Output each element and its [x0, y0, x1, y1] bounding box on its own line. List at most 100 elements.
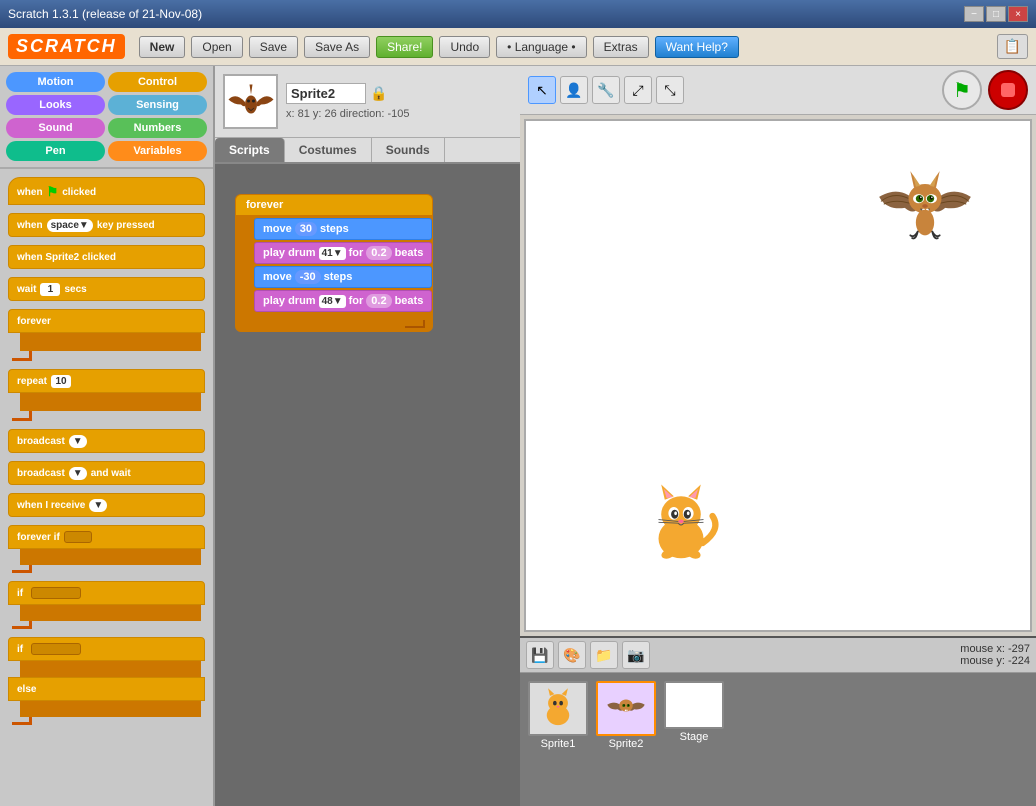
bat-svg — [870, 151, 980, 261]
language-button[interactable]: • Language • — [496, 36, 586, 58]
move2-label: move — [263, 271, 292, 283]
categories: Motion Control Looks Sensing Sound Numbe… — [0, 66, 213, 167]
tab-sounds[interactable]: Sounds — [372, 138, 445, 162]
wait-block[interactable]: wait 1 secs — [8, 277, 205, 301]
camera-sprite-button[interactable]: 📷 — [622, 641, 650, 669]
sprite1-label: Sprite1 — [541, 738, 576, 750]
play-drum-48-block[interactable]: play drum 48▼ for 0.2 beats — [254, 290, 432, 312]
main-content: Motion Control Looks Sensing Sound Numbe… — [0, 66, 1036, 806]
move-30-block[interactable]: move 30 steps — [254, 218, 432, 240]
drum-48-beats-value: 0.2 — [366, 294, 391, 308]
blocks-area: when ⚑ clicked when space▼ key pressed w… — [0, 169, 213, 806]
tab-scripts[interactable]: Scripts — [215, 138, 285, 162]
new-button[interactable]: New — [139, 36, 186, 58]
wrench-tool[interactable]: 🔧 — [592, 76, 620, 104]
when-space-pressed-block[interactable]: when space▼ key pressed — [8, 213, 205, 237]
category-control[interactable]: Control — [108, 72, 207, 92]
sprite-coords: x: 81 y: 26 direction: -105 — [286, 108, 512, 120]
sprite2-label: Sprite2 — [609, 738, 644, 750]
mouse-y: mouse y: -224 — [960, 655, 1030, 667]
toolbar: SCRATCH New Open Save Save As Share! Und… — [0, 28, 1036, 66]
stage-area — [524, 119, 1032, 632]
forever-block[interactable]: forever — [8, 309, 205, 361]
drum-41-dropdown[interactable]: 41▼ — [319, 247, 346, 260]
sprite-thumbnail — [223, 74, 278, 129]
stage-controls: ⚑ — [942, 70, 1028, 110]
stop-button[interactable] — [988, 70, 1028, 110]
scripts-workspace: forever move 30 steps — [215, 164, 520, 806]
scratch-logo: SCRATCH — [8, 34, 125, 59]
category-looks[interactable]: Looks — [6, 95, 105, 115]
maximize-button[interactable]: □ — [986, 6, 1006, 22]
help-button[interactable]: Want Help? — [655, 36, 739, 58]
extras-button[interactable]: Extras — [593, 36, 649, 58]
category-motion[interactable]: Motion — [6, 72, 105, 92]
play-drum-label: play drum — [263, 247, 316, 259]
move-30-value: 30 — [295, 222, 317, 236]
script-container: forever move 30 steps — [235, 194, 433, 332]
bat-sprite[interactable] — [870, 151, 980, 261]
cat-sprite[interactable] — [636, 480, 726, 570]
move-neg30-block[interactable]: move -30 steps — [254, 266, 432, 288]
open-sprite-button[interactable]: 📁 — [590, 641, 618, 669]
script-tabs: Scripts Costumes Sounds — [215, 138, 520, 164]
category-sound[interactable]: Sound — [6, 118, 105, 138]
broadcast-block[interactable]: broadcast ▼ — [8, 429, 205, 453]
steps2-label: steps — [324, 271, 353, 283]
arrow-tool[interactable]: ↖ — [528, 76, 556, 104]
open-button[interactable]: Open — [191, 36, 242, 58]
if-block-2[interactable]: if else — [8, 637, 205, 725]
save-as-button[interactable]: Save As — [304, 36, 370, 58]
stage-item[interactable]: Stage — [664, 681, 724, 743]
cat-svg — [636, 480, 726, 570]
scripts-panel: Sprite2 🔒 x: 81 y: 26 direction: -105 Sc… — [215, 66, 520, 806]
category-sensing[interactable]: Sensing — [108, 95, 207, 115]
move-neg30-value: -30 — [295, 270, 321, 284]
forever-script-block[interactable]: forever move 30 steps — [235, 194, 433, 332]
steps-label: steps — [320, 223, 349, 235]
lock-icon: 🔒 — [370, 85, 387, 102]
when-sprite2-clicked-block[interactable]: when Sprite2 clicked — [8, 245, 205, 269]
undo-button[interactable]: Undo — [439, 36, 490, 58]
repeat-block[interactable]: repeat 10 — [8, 369, 205, 421]
sprite-name-input[interactable]: Sprite2 — [286, 83, 366, 104]
category-pen[interactable]: Pen — [6, 141, 105, 161]
close-button[interactable]: × — [1008, 6, 1028, 22]
paint-sprite-button[interactable]: 🎨 — [558, 641, 586, 669]
stage-label: Stage — [680, 731, 709, 743]
tab-costumes[interactable]: Costumes — [285, 138, 372, 162]
fullscreen-tool[interactable]: ⤢ — [624, 76, 652, 104]
titlebar-title: Scratch 1.3.1 (release of 21-Nov-08) — [8, 7, 202, 21]
if-block[interactable]: if — [8, 581, 205, 629]
right-panel: ↖ 👤 🔧 ⤢ ⤡ ⚑ — [520, 66, 1036, 806]
shrink-tool[interactable]: ⤡ — [656, 76, 684, 104]
minimize-button[interactable]: − — [964, 6, 984, 22]
drum-48-dropdown[interactable]: 48▼ — [319, 295, 346, 308]
category-variables[interactable]: Variables — [108, 141, 207, 161]
play-drum-41-block[interactable]: play drum 41▼ for 0.2 beats — [254, 242, 432, 264]
stage-canvas — [526, 121, 1030, 630]
beats2-label: beats — [395, 295, 424, 307]
save-button[interactable]: Save — [249, 36, 298, 58]
drum-41-beats-value: 0.2 — [366, 246, 391, 260]
green-flag-button[interactable]: ⚑ — [942, 70, 982, 110]
sprite2-thumbnail — [596, 681, 656, 736]
titlebar: Scratch 1.3.1 (release of 21-Nov-08) − □… — [0, 0, 1036, 28]
person-tool[interactable]: 👤 — [560, 76, 588, 104]
sprite1-thumbnail — [528, 681, 588, 736]
stop-icon — [1001, 83, 1015, 97]
category-numbers[interactable]: Numbers — [108, 118, 207, 138]
sprite-header: Sprite2 🔒 x: 81 y: 26 direction: -105 — [215, 66, 520, 138]
when-clicked-block[interactable]: when ⚑ clicked — [8, 177, 205, 205]
share-button[interactable]: Share! — [376, 36, 433, 58]
sprite1-item[interactable]: Sprite1 — [528, 681, 588, 750]
broadcast-wait-block[interactable]: broadcast ▼ and wait — [8, 461, 205, 485]
stage-toolbar: ↖ 👤 🔧 ⤢ ⤡ ⚑ — [520, 66, 1036, 115]
forever-if-block[interactable]: forever if — [8, 525, 205, 573]
app: SCRATCH New Open Save Save As Share! Und… — [0, 28, 1036, 806]
when-receive-block[interactable]: when I receive ▼ — [8, 493, 205, 517]
sprite2-item[interactable]: Sprite2 — [596, 681, 656, 750]
sprites-list: Sprite1 — [520, 673, 1036, 806]
new-sprite-button[interactable]: 💾 — [526, 641, 554, 669]
mouse-coordinates: mouse x: -297 mouse y: -224 — [960, 643, 1030, 667]
